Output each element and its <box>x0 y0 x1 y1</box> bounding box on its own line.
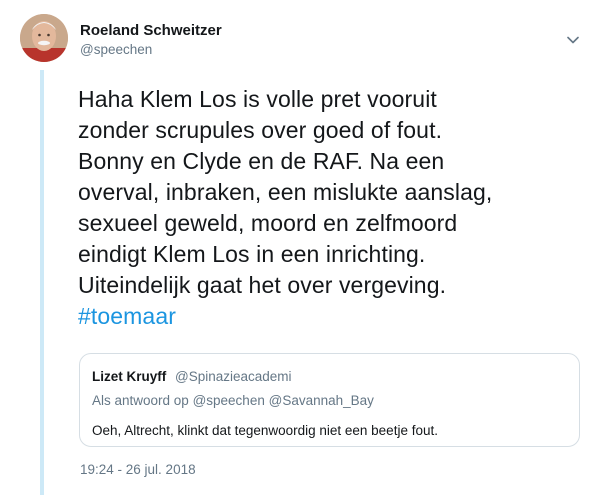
tweet-text-line: Haha Klem Los is volle pret vooruit <box>78 86 437 112</box>
tweet-text-line: zonder scrupules over goed of fout. <box>78 117 443 143</box>
tweet-text-line: sexueel geweld, moord en zelfmoord <box>78 210 458 236</box>
quoted-author-name: Lizet Kruyff <box>92 369 167 384</box>
author-name[interactable]: Roeland Schweitzer <box>80 22 222 39</box>
reply-mention[interactable]: @speechen <box>193 393 265 408</box>
reply-prefix: Als antwoord op <box>92 393 189 408</box>
tweet-text-line: overval, inbraken, een mislukte aanslag, <box>78 179 493 205</box>
author-avatar[interactable] <box>20 14 68 62</box>
tweet-timestamp[interactable]: 19:24 - 26 jul. 2018 <box>80 462 196 477</box>
avatar-photo-icon <box>20 14 68 62</box>
thread-line <box>40 70 44 495</box>
tweet: Roeland Schweitzer @speechen Haha Klem L… <box>0 0 593 495</box>
reply-context: Als antwoord op @speechen @Savannah_Bay <box>92 393 374 408</box>
quoted-tweet-text: Oeh, Altrecht, klinkt dat tegenwoordig n… <box>92 423 438 438</box>
tweet-text-line: Bonny en Clyde en de RAF. Na een <box>78 148 445 174</box>
chevron-down-icon <box>567 36 579 44</box>
reply-mention[interactable]: @Savannah_Bay <box>269 393 374 408</box>
tweet-text: Haha Klem Los is volle pret vooruit zond… <box>78 84 583 332</box>
hashtag-link[interactable]: #toemaar <box>78 301 583 332</box>
tweet-text-line: eindigt Klem Los in een inrichting. <box>78 241 426 267</box>
author-handle[interactable]: @speechen <box>80 42 152 57</box>
quoted-tweet-card[interactable]: Lizet Kruyff @Spinazieacademi Als antwoo… <box>79 353 580 447</box>
tweet-text-line: Uiteindelijk gaat het over vergeving. <box>78 272 447 298</box>
tweet-menu-button[interactable] <box>563 32 583 48</box>
quoted-author-handle: @Spinazieacademi <box>175 369 292 384</box>
